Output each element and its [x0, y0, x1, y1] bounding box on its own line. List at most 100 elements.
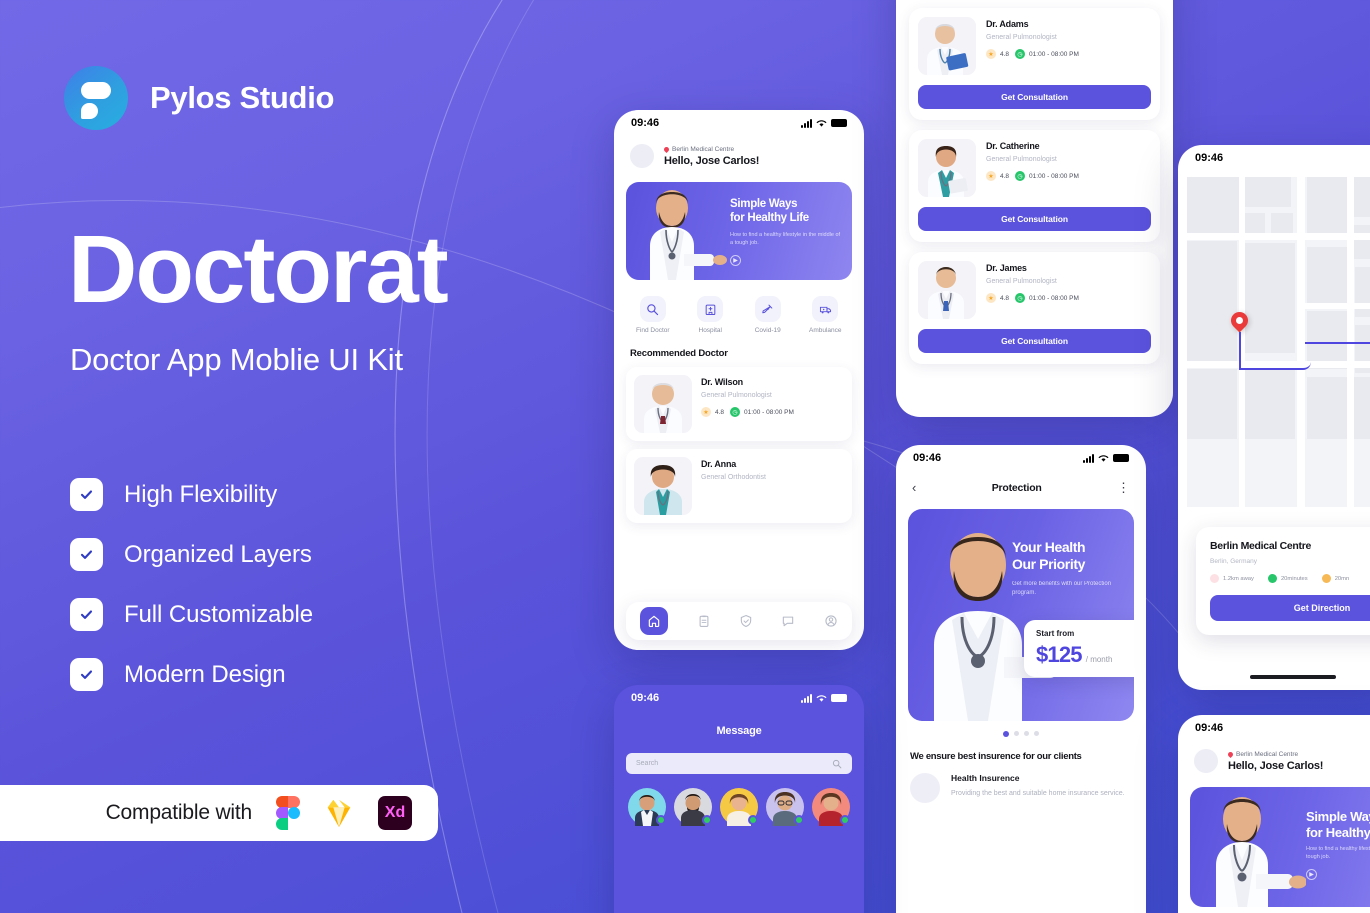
doctor-photo [918, 139, 976, 197]
carousel-dot[interactable] [1014, 731, 1019, 736]
status-bar: 09:46 [614, 685, 864, 711]
contact-avatars-row [614, 774, 864, 826]
phone-mockup-home-secondary: 09:46 Berlin Medical Centre Hello, Jose … [1178, 715, 1370, 913]
tab-records[interactable] [697, 614, 711, 628]
status-time: 09:46 [1195, 152, 1224, 164]
get-direction-button[interactable]: Get Direction [1210, 595, 1370, 621]
category-covid[interactable]: Covid-19 [744, 296, 792, 334]
status-time: 09:46 [1195, 722, 1224, 734]
avatar[interactable] [766, 788, 804, 826]
status-badge: ★ 4.8 [986, 171, 1009, 181]
promo-banner-card[interactable]: Simple Ways for Healthy Life How to find… [626, 182, 852, 280]
clock-icon: ◷ [1015, 49, 1026, 59]
page-subtitle: Doctor App Moblie UI Kit [70, 342, 403, 377]
tab-protection[interactable] [739, 614, 753, 628]
list-item[interactable]: Health Insurence Providing the best and … [896, 762, 1146, 803]
play-circle-icon[interactable]: ▶ [1306, 869, 1317, 881]
tab-home[interactable] [640, 607, 669, 635]
clock-icon: ◷ [1015, 171, 1026, 181]
hours-value: 01:00 - 08:00 PM [744, 408, 794, 416]
price-amount: $125 [1036, 642, 1083, 667]
star-icon: ★ [986, 49, 996, 59]
search-icon[interactable] [832, 759, 842, 769]
feature-list: High Flexibility Organized Layers Full C… [70, 478, 313, 691]
tab-messages[interactable] [781, 614, 795, 628]
get-consultation-button[interactable]: Get Consultation [918, 207, 1151, 231]
nav-header: ‹ Protection ⋮ [896, 471, 1146, 498]
table-row[interactable]: Dr. Adams General Pulmonologist ★ 4.8 ◷ … [909, 8, 1160, 120]
battery-icon [831, 119, 847, 127]
carousel-dot[interactable] [1003, 731, 1009, 737]
signal-icon [801, 693, 812, 703]
promo-panel: Pylos Studio Doctorat Doctor App Moblie … [0, 0, 520, 913]
get-consultation-button[interactable]: Get Consultation [918, 329, 1151, 353]
place-info-card: Berlin Medical Centre Berlin, Germany 1.… [1196, 527, 1370, 635]
hero-description: Get more benefits with our Protection pr… [1012, 581, 1112, 597]
more-vertical-icon[interactable]: ⋮ [1117, 481, 1130, 494]
promo-description: How to find a healthy lifestyle in the m… [1306, 846, 1370, 861]
doctor-photo [634, 375, 692, 433]
list-item: Organized Layers [70, 538, 313, 571]
location-label: Berlin Medical Centre [672, 145, 735, 153]
price-card: Start from $125 / month [1024, 620, 1134, 677]
doctor-specialty: General Pulmonologist [701, 392, 772, 399]
insurance-name: Health Insurence [951, 773, 1020, 783]
online-indicator [702, 815, 712, 825]
avatar[interactable] [674, 788, 712, 826]
table-row[interactable]: Dr. Wilson General Pulmonologist ★ 4.8 ◷… [626, 367, 852, 441]
status-bar: 09:46 [896, 445, 1146, 471]
tab-profile[interactable] [824, 614, 838, 628]
phone-mockup-map: 09:46 Berlin Medical Centre Berlin, Germ… [1178, 145, 1370, 690]
search-input[interactable]: Search [626, 753, 852, 774]
rating-value: 4.8 [715, 408, 725, 416]
compatibility-label: Compatible with [105, 801, 253, 824]
category-find-doctor[interactable]: Find Doctor [629, 296, 677, 334]
online-indicator [748, 815, 758, 825]
doctor-photo [626, 182, 730, 280]
chevron-left-icon[interactable]: ‹ [912, 481, 916, 494]
search-placeholder: Search [636, 760, 659, 767]
star-icon: ★ [986, 293, 996, 303]
avatar[interactable] [812, 788, 850, 826]
syringe-icon [754, 296, 781, 322]
ambulance-icon [812, 296, 839, 322]
table-row[interactable]: Dr. James General Pulmonologist ★ 4.8 ◷ … [909, 252, 1160, 364]
map-canvas[interactable] [1187, 177, 1370, 507]
route-line [1305, 342, 1370, 404]
table-row[interactable]: Dr. Catherine General Pulmonologist ★ 4.… [909, 130, 1160, 242]
promo-banner-card[interactable]: Simple Ways for Healthy Life How to find… [1190, 787, 1370, 907]
feature-label: Modern Design [124, 660, 286, 688]
status-badge: ◷ 01:00 - 08:00 PM [1015, 293, 1079, 303]
status-time: 09:46 [631, 692, 660, 704]
wifi-icon [816, 119, 827, 127]
carousel-dot[interactable] [1024, 731, 1029, 736]
avatar[interactable] [1194, 749, 1218, 773]
play-circle-icon[interactable]: ▶ [730, 254, 741, 266]
category-row: Find Doctor Hospital Covid-19 Ambulance [614, 280, 864, 334]
avatar[interactable] [628, 788, 666, 826]
get-consultation-button[interactable]: Get Consultation [918, 85, 1151, 109]
status-bar: 09:46 [1178, 715, 1370, 741]
category-hospital[interactable]: Hospital [686, 296, 734, 334]
doctor-photo [1190, 787, 1307, 907]
doctor-photo [634, 457, 692, 515]
avatar[interactable] [630, 144, 654, 168]
status-badge: 20minutes [1267, 574, 1308, 583]
price-period: / month [1085, 655, 1113, 664]
star-icon: ★ [701, 407, 711, 417]
promo-title-line1: Simple Ways [730, 198, 798, 210]
battery-icon [831, 694, 847, 702]
check-icon [70, 478, 103, 511]
list-item: High Flexibility [70, 478, 313, 511]
promo-title-line2: for Healthy Life [1306, 824, 1370, 840]
home-indicator [1250, 675, 1336, 679]
hours-value: 01:00 - 08:00 PM [1029, 50, 1079, 58]
status-badge: ★ 4.8 [986, 49, 1009, 59]
hero-title-line1: Your Health [1012, 539, 1086, 555]
carousel-dot[interactable] [1034, 731, 1039, 736]
avatar[interactable] [720, 788, 758, 826]
table-row[interactable]: Dr. Anna General Orthodontist [626, 449, 852, 523]
check-icon [70, 598, 103, 631]
feature-label: Full Customizable [124, 600, 314, 628]
category-ambulance[interactable]: Ambulance [801, 296, 849, 334]
